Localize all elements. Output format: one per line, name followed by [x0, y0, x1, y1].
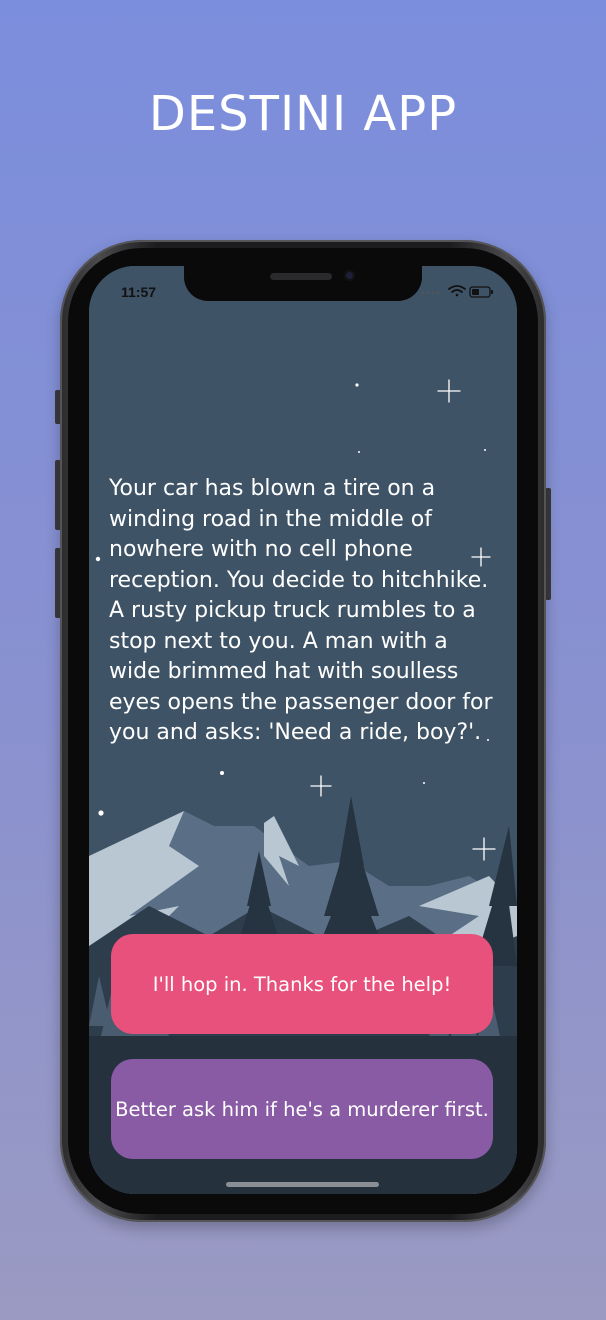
choice-2-label: Better ask him if he's a murderer first. [115, 1097, 489, 1121]
signal-icon [421, 291, 440, 295]
front-camera [344, 270, 355, 281]
choice-1-label: I'll hop in. Thanks for the help! [152, 972, 452, 996]
notch [184, 266, 422, 301]
speaker-grille [270, 273, 332, 280]
status-icons [419, 284, 499, 298]
choice-2-button[interactable]: Better ask him if he's a murderer first. [111, 1059, 493, 1159]
page-title: DESTINI APP [148, 86, 458, 142]
app-screen: 11:57 Your car has blown a tire on a win… [89, 266, 517, 1194]
wifi-icon [448, 285, 466, 297]
home-indicator[interactable] [226, 1182, 379, 1187]
choice-1-button[interactable]: I'll hop in. Thanks for the help! [111, 934, 493, 1034]
battery-icon [469, 286, 493, 298]
status-time: 11:57 [121, 284, 157, 300]
story-text: Your car has blown a tire on a winding r… [109, 476, 493, 745]
